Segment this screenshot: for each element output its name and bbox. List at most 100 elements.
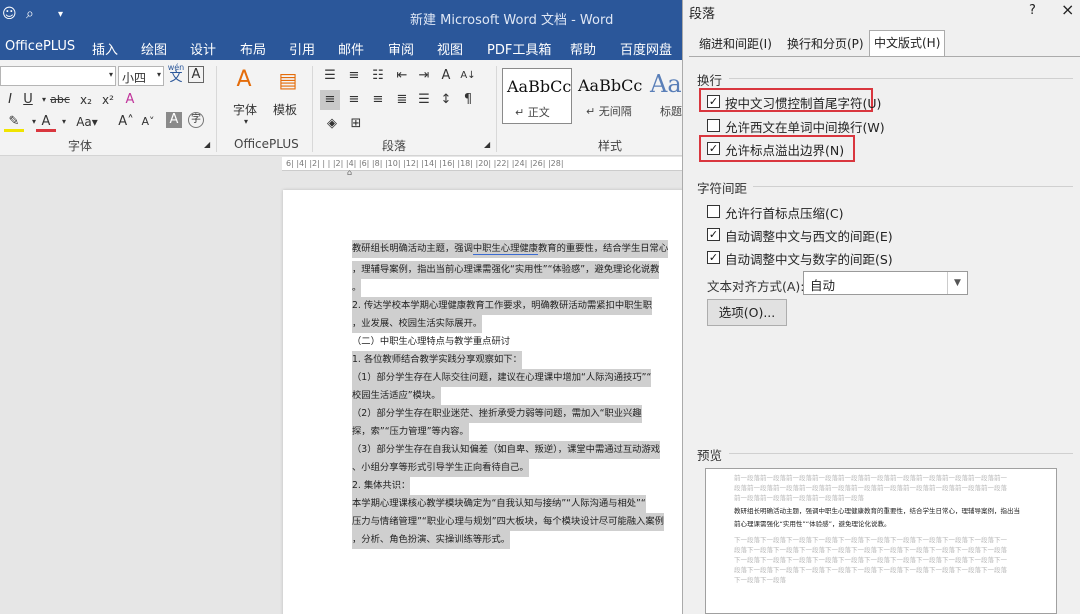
- align-left-icon[interactable]: ≡: [320, 90, 340, 110]
- horizontal-ruler[interactable]: 6| |4| |2| | | |2| |4| |6| |8| |10| |12|…: [282, 157, 682, 171]
- font-dialog-launcher-icon[interactable]: ◢: [204, 140, 210, 149]
- tab-mailings[interactable]: 邮件: [338, 39, 364, 58]
- grow-font-icon[interactable]: A˄: [116, 112, 136, 132]
- doc-line: 。: [352, 279, 362, 297]
- shading-icon[interactable]: ◈: [322, 114, 342, 134]
- doc-heading: （二）中职生心理特点与教学重点研讨: [352, 336, 511, 347]
- char-border-icon[interactable]: A: [188, 66, 204, 83]
- chinese-layout-icon[interactable]: A: [436, 66, 456, 86]
- checkbox-asian-number-spacing[interactable]: ✓: [707, 251, 720, 264]
- borders-icon[interactable]: ⊞: [346, 114, 366, 134]
- paragraph-dialog: 段落 ? × 缩进和间距(I) 换行和分页(P) 中文版式(H) 换行 ✓ 按中…: [682, 0, 1080, 614]
- word-window: ☺ ⌕ ▾ 新建 Microsoft Word 文档 - Word Office…: [0, 0, 682, 614]
- distributed-icon[interactable]: ☰: [414, 90, 434, 110]
- preview-prev-line: 段落前一段落前一段落前一段落前一段落前一段落前一段落前一段落前一段落前一段落前一…: [734, 484, 1007, 492]
- tab-design[interactable]: 设计: [190, 39, 216, 58]
- tab-view[interactable]: 视图: [437, 39, 463, 58]
- tab-asian-typography[interactable]: 中文版式(H): [869, 30, 946, 57]
- enclose-char-icon[interactable]: 字: [188, 112, 204, 128]
- paragraph-preview: 前一段落前一段落前一段落前一段落前一段落前一段落前一段落前一段落前一段落前一段落…: [705, 468, 1057, 614]
- tab-help[interactable]: 帮助: [570, 39, 596, 58]
- account-icon[interactable]: ☺: [2, 6, 17, 22]
- doc-line: 2. 集体共识：: [352, 477, 411, 495]
- doc-line: （3）部分学生存在自我认知偏差（如自卑、叛逆），课堂中需通过互动游戏: [352, 441, 661, 459]
- font-size-field[interactable]: 小四 ▾: [118, 66, 164, 86]
- asian-latin-spacing-label[interactable]: 自动调整中文与西文的间距(E): [725, 226, 893, 245]
- close-icon[interactable]: ×: [1061, 0, 1074, 19]
- first-last-chars-label[interactable]: 按中文习惯控制首尾字符(U): [725, 93, 881, 112]
- compress-punctuation-label[interactable]: 允许行首标点压缩(C): [725, 203, 843, 222]
- paragraph-dialog-launcher-icon[interactable]: ◢: [484, 140, 490, 149]
- font-color-icon[interactable]: A: [36, 112, 56, 132]
- doc-line: 、小组分享等形式引导学生正向看待自己。: [352, 459, 529, 477]
- styles-group-label: 样式: [598, 139, 623, 153]
- checkbox-first-last-chars[interactable]: ✓: [707, 95, 720, 108]
- checkbox-compress-punctuation[interactable]: [707, 205, 720, 218]
- clear-formatting-icon[interactable]: A: [120, 90, 140, 110]
- char-shading-icon[interactable]: A: [166, 112, 182, 128]
- bullets-icon[interactable]: ☰: [320, 66, 340, 86]
- char-spacing-section-label: 字符间距: [697, 181, 748, 196]
- numbering-icon[interactable]: ≡: [344, 66, 364, 86]
- officeplus-font-button[interactable]: 字体: [233, 101, 257, 118]
- officeplus-template-button[interactable]: 模板: [273, 101, 297, 118]
- style-heading[interactable]: Aa 标题: [646, 68, 682, 124]
- tab-line-page-breaks[interactable]: 换行和分页(P): [783, 32, 868, 56]
- font-name-field[interactable]: ▾: [0, 66, 116, 86]
- show-marks-icon[interactable]: ¶: [458, 90, 478, 110]
- preview-next-line: 下一段落下一段落下一段落下一段落下一段落下一段落下一段落下一段落下一段落下一段落…: [734, 556, 1007, 564]
- help-button[interactable]: ?: [1029, 3, 1036, 18]
- style-no-spacing[interactable]: AaBbCc ↵ 无间隔: [574, 68, 644, 124]
- doc-line: 压力与情绪管理”“职业心理与规划”四大板块，每个模块设计尽可能融入案例: [352, 513, 664, 531]
- change-case-icon[interactable]: Aa▾: [74, 112, 100, 132]
- line-spacing-icon[interactable]: ↕: [436, 90, 456, 110]
- indent-marker-icon[interactable]: ⌂: [347, 168, 352, 177]
- ribbon-tabs: OfficePLUS 插入 绘图 设计 布局 引用 邮件 审阅 视图 PDF工具…: [0, 32, 682, 60]
- italic-icon[interactable]: I: [0, 90, 20, 110]
- style-normal[interactable]: AaBbCc ↵ 正文: [502, 68, 572, 124]
- doc-line: 1. 各位教师结合教学实践分享观察如下：: [352, 351, 522, 369]
- customize-toolbar-icon[interactable]: ▾: [58, 9, 63, 20]
- asian-number-spacing-label[interactable]: 自动调整中文与数字的间距(S): [725, 249, 893, 268]
- increase-indent-icon[interactable]: ⇥: [414, 66, 434, 86]
- template-icon[interactable]: ▤: [276, 70, 300, 98]
- highlight-icon[interactable]: ✎: [4, 112, 24, 132]
- tab-insert[interactable]: 插入: [92, 39, 118, 58]
- strikethrough-icon[interactable]: abc: [48, 90, 72, 110]
- checkbox-hanging-punctuation[interactable]: ✓: [707, 142, 720, 155]
- multilevel-list-icon[interactable]: ☷: [368, 66, 388, 86]
- latin-wrap-label[interactable]: 允许西文在单词中间换行(W): [725, 117, 885, 136]
- phonetic-guide-icon[interactable]: wén 文: [166, 63, 186, 84]
- print-preview-icon[interactable]: ⌕: [26, 6, 34, 22]
- subscript-icon[interactable]: x₂: [76, 90, 96, 110]
- text-alignment-select[interactable]: 自动 ▼: [803, 271, 968, 295]
- font-style-icon[interactable]: A: [232, 69, 256, 98]
- tab-review[interactable]: 审阅: [388, 39, 414, 58]
- tab-indents-spacing[interactable]: 缩进和间距(I): [695, 32, 776, 56]
- options-button[interactable]: 选项(O)...: [707, 299, 787, 326]
- tab-layout[interactable]: 布局: [240, 39, 266, 58]
- shrink-font-icon[interactable]: A˅: [138, 112, 158, 132]
- doc-line: ，分析、角色扮演、实操训练等形式。: [352, 531, 511, 549]
- align-right-icon[interactable]: ≡: [368, 90, 388, 110]
- decrease-indent-icon[interactable]: ⇤: [392, 66, 412, 86]
- officeplus-expand-icon[interactable]: ▾: [244, 117, 248, 126]
- align-center-icon[interactable]: ≡: [344, 90, 364, 110]
- checkbox-latin-wrap[interactable]: [707, 119, 720, 132]
- preview-sample-line: 教研组长明确活动主题，强调中职生心理健康教育的重要性，结合学生日常心，理辅导案例…: [734, 507, 1020, 515]
- justify-icon[interactable]: ≣: [392, 90, 412, 110]
- font-color-dropdown-icon[interactable]: ▾: [54, 112, 74, 132]
- tab-pdf-tools[interactable]: PDF工具箱: [487, 39, 551, 58]
- hanging-punctuation-label[interactable]: 允许标点溢出边界(N): [725, 140, 844, 159]
- preview-prev-line: 前一段落前一段落前一段落前一段落前一段落前一段落前一段落前一段落前一段落前一段落…: [734, 474, 1007, 482]
- superscript-icon[interactable]: x²: [98, 90, 118, 110]
- checkbox-asian-latin-spacing[interactable]: ✓: [707, 228, 720, 241]
- doc-line: （2）部分学生存在职业迷茫、挫折承受力弱等问题，需加入“职业兴趣: [352, 405, 642, 423]
- sort-icon[interactable]: A↓: [458, 66, 478, 86]
- tab-references[interactable]: 引用: [289, 39, 315, 58]
- preview-next-line: 段落下一段落下一段落下一段落下一段落下一段落下一段落下一段落下一段落下一段落下一…: [734, 566, 1007, 574]
- tab-officeplus[interactable]: OfficePLUS: [5, 39, 75, 54]
- window-title: 新建 Microsoft Word 文档 - Word: [410, 13, 614, 28]
- tab-draw[interactable]: 绘图: [141, 39, 167, 58]
- tab-baidu-netdisk[interactable]: 百度网盘: [620, 39, 672, 58]
